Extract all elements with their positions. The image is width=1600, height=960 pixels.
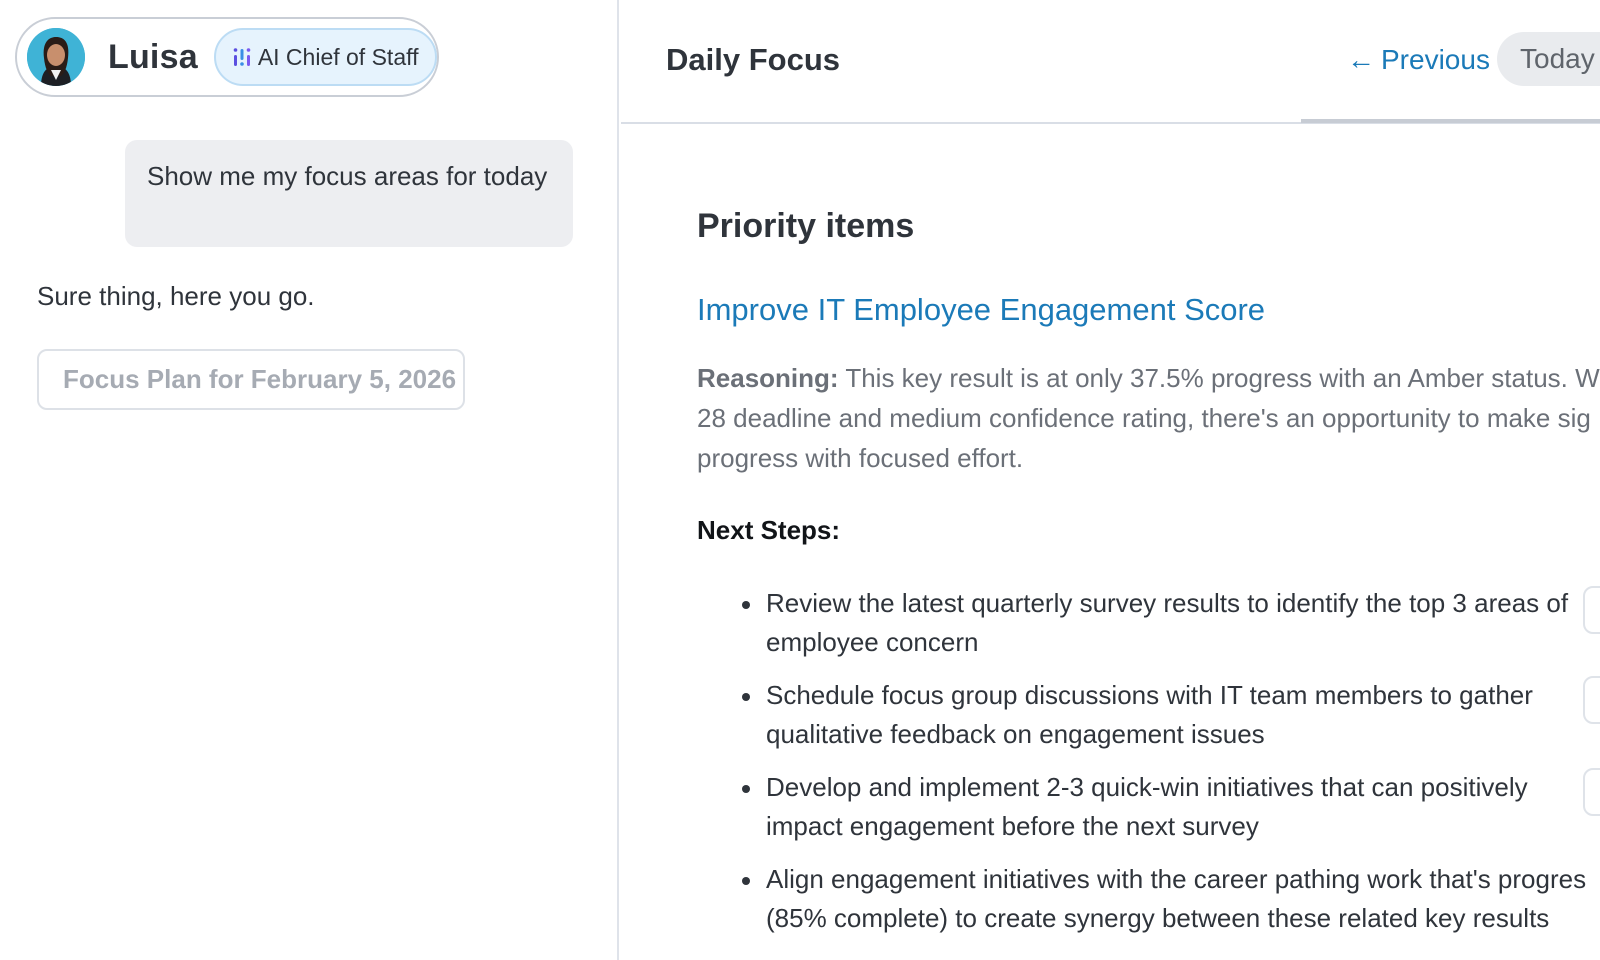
reasoning-line-2: 28 deadline and medium confidence rating… xyxy=(697,403,1591,433)
page-title: Daily Focus xyxy=(666,42,840,77)
agent-header[interactable]: Luisa AI Chief of Staff xyxy=(15,17,439,97)
chat-pane: Luisa AI Chief of Staff Show me my focus… xyxy=(0,0,619,960)
next-steps-label: Next Steps: xyxy=(697,515,841,545)
arrow-left-icon: ← xyxy=(1347,44,1375,75)
avatar-icon xyxy=(27,28,85,86)
assistant-message: Sure thing, here you go. xyxy=(37,281,315,311)
previous-label: Previous xyxy=(1381,44,1490,75)
previous-link[interactable]: ← Previous xyxy=(1347,44,1490,76)
role-chip[interactable]: AI Chief of Staff xyxy=(213,28,437,86)
next-step-item: Schedule focus group discussions with IT… xyxy=(742,676,1572,754)
section-title: Priority items xyxy=(697,207,915,245)
step-action-button[interactable] xyxy=(1583,676,1600,724)
step-action-button[interactable] xyxy=(1583,768,1600,816)
today-label: Today xyxy=(1520,43,1595,74)
step-action-button[interactable] xyxy=(1583,586,1600,634)
role-label: AI Chief of Staff xyxy=(257,43,419,70)
reasoning-line-1: This key result is at only 37.5% progres… xyxy=(845,363,1600,393)
agent-name: Luisa xyxy=(108,37,198,76)
next-steps-list: Review the latest quarterly survey resul… xyxy=(742,584,1600,952)
sparkle-bars-icon xyxy=(233,48,251,66)
reasoning-text: Reasoning: This key result is at only 37… xyxy=(697,358,1600,478)
focus-plan-button[interactable]: Focus Plan for February 5, 2026 xyxy=(37,349,465,410)
reasoning-label: Reasoning: xyxy=(697,363,839,393)
focus-header: Daily Focus ← Previous Today xyxy=(621,0,1600,124)
next-step-item: Review the latest quarterly survey resul… xyxy=(742,584,1572,662)
focus-pane: Daily Focus ← Previous Today Priority it… xyxy=(621,0,1600,960)
next-step-item: Develop and implement 2-3 quick-win init… xyxy=(742,768,1572,846)
next-step-item: Align engagement initiatives with the ca… xyxy=(742,860,1600,938)
priority-item-link[interactable]: Improve IT Employee Engagement Score xyxy=(697,292,1265,328)
tab-underline xyxy=(1301,119,1600,123)
app-window: Luisa AI Chief of Staff Show me my focus… xyxy=(0,0,1600,960)
today-button[interactable]: Today xyxy=(1497,32,1600,86)
user-message: Show me my focus areas for today xyxy=(125,140,573,247)
reasoning-line-3: progress with focused effort. xyxy=(697,443,1024,473)
